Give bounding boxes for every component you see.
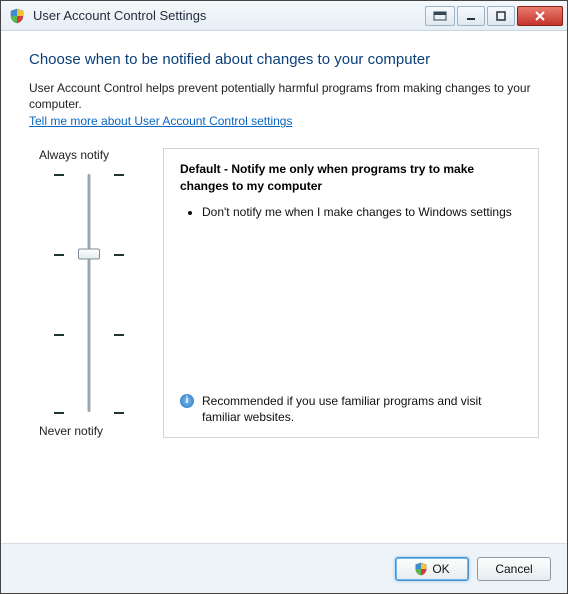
uac-shield-icon	[414, 562, 428, 576]
help-button[interactable]	[425, 6, 455, 26]
recommendation: i Recommended if you use familiar progra…	[180, 393, 522, 425]
cancel-button[interactable]: Cancel	[477, 557, 551, 581]
notification-slider[interactable]	[54, 168, 124, 418]
close-button[interactable]	[517, 6, 563, 26]
content-area: Choose when to be notified about changes…	[1, 31, 567, 543]
ok-button-label: OK	[432, 562, 449, 576]
level-description-panel: Default - Notify me only when programs t…	[163, 148, 539, 438]
help-link[interactable]: Tell me more about User Account Control …	[29, 114, 292, 128]
slider-rail	[88, 174, 91, 412]
level-title: Default - Notify me only when programs t…	[180, 161, 522, 193]
maximize-button[interactable]	[487, 6, 515, 26]
slider-bottom-label: Never notify	[29, 424, 103, 438]
info-icon: i	[180, 394, 194, 408]
minimize-button[interactable]	[457, 6, 485, 26]
uac-shield-icon	[9, 8, 25, 24]
slider-top-label: Always notify	[29, 148, 109, 162]
slider-tick	[54, 174, 124, 176]
page-description: User Account Control helps prevent poten…	[29, 80, 539, 112]
slider-tick	[54, 412, 124, 414]
page-heading: Choose when to be notified about changes…	[29, 51, 539, 68]
list-item: Don't notify me when I make changes to W…	[202, 204, 522, 220]
slider-thumb[interactable]	[78, 249, 100, 260]
slider-tick	[54, 334, 124, 336]
ok-button[interactable]: OK	[395, 557, 469, 581]
recommendation-text: Recommended if you use familiar programs…	[202, 393, 522, 425]
cancel-button-label: Cancel	[495, 562, 532, 576]
window-title: User Account Control Settings	[33, 8, 206, 23]
titlebar: User Account Control Settings	[1, 1, 567, 31]
level-details-list: Don't notify me when I make changes to W…	[186, 204, 522, 226]
footer: OK Cancel	[1, 543, 567, 593]
slider-column: Always notify Never notify	[29, 148, 149, 438]
